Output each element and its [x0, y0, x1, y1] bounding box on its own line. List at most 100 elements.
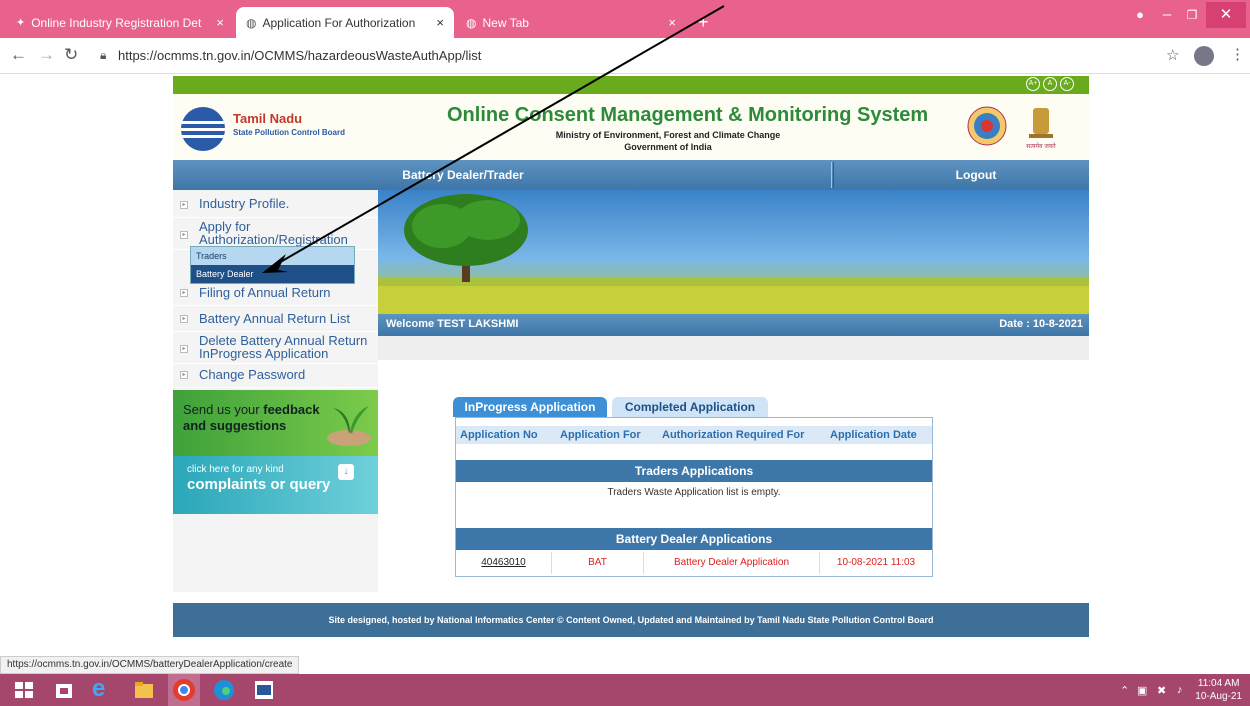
column-header: Application No — [460, 429, 538, 441]
ie-icon[interactable]: e — [92, 677, 116, 702]
sidebar-item-label: Change Password — [199, 367, 306, 382]
windows-start-icon[interactable] — [12, 678, 36, 702]
sidebar-item-delete-battery-return[interactable]: ▸ Delete Battery Annual Return InProgres… — [173, 332, 378, 364]
address-bar: ← → ↻ 🔒︎ https://ocmms.tn.gov.in/OCMMS/h… — [0, 38, 1250, 74]
feedback-subtext: and suggestions — [183, 418, 287, 433]
bullet-icon: ▸ — [180, 315, 188, 323]
tab-label: New Tab — [482, 15, 529, 30]
feedback-text: Send us your — [183, 402, 260, 417]
bullet-icon: ▸ — [180, 231, 188, 239]
battery-section-heading: Battery Dealer Applications — [456, 528, 932, 550]
application-date-cell: 10-08-2021 11:03 — [836, 557, 916, 568]
application-number-link[interactable]: 40463010 — [456, 552, 552, 574]
browser-tab-new-tab[interactable]: ◍ New Tab × — [456, 7, 686, 38]
government-text: Government of India — [624, 142, 712, 152]
url-field[interactable]: https://ocmms.tn.gov.in/OCMMS/hazardeous… — [118, 48, 481, 63]
table-row: 40463010 BAT Battery Dealer Application … — [456, 552, 932, 574]
back-icon[interactable]: ← — [10, 45, 27, 65]
tab-label: Online Industry Registration Det — [31, 15, 202, 30]
tab-label: Application For Authorization — [262, 15, 416, 30]
traders-section-heading: Traders Applications — [456, 460, 932, 482]
browser-tab-registration[interactable]: ✦ Online Industry Registration Det × — [6, 7, 234, 38]
forward-icon[interactable]: → — [38, 45, 55, 65]
tree-image — [378, 194, 1089, 314]
word-icon[interactable] — [252, 678, 276, 702]
hands-plant-icon — [327, 406, 371, 446]
bullet-icon: ▸ — [180, 345, 188, 353]
edge-icon[interactable] — [212, 678, 236, 702]
font-decrease-button[interactable]: A- — [1060, 77, 1074, 91]
column-header: Application For — [560, 429, 641, 441]
taskbar: e ⌃ ▣ ✖ ♪ 11:04 AM 10-Aug-21 — [0, 674, 1250, 706]
tray-arrow-icon[interactable]: ⌃ — [1120, 684, 1129, 697]
tree-banner-image — [378, 190, 1089, 314]
bullet-icon: ▸ — [180, 289, 188, 297]
sidebar-item-industry-profile[interactable]: ▸ Industry Profile. — [173, 196, 378, 218]
restore-icon[interactable]: ❐ — [1180, 2, 1204, 28]
org-title: Tamil Nadu — [233, 111, 303, 126]
current-date: Date : 10-8-2021 — [999, 318, 1083, 330]
top-menu-bar: Battery Dealer/Trader Logout — [173, 160, 1089, 190]
welcome-bar: Welcome TEST LAKSHMI Date : 10-8-2021 — [378, 314, 1089, 336]
complaint-heading: complaints or query — [187, 476, 331, 493]
font-increase-button[interactable]: A+ — [1026, 77, 1040, 91]
window-close-icon[interactable]: ✕ — [1206, 2, 1246, 28]
bullet-icon: ▸ — [180, 371, 188, 379]
application-for-cell: BAT — [552, 552, 644, 574]
applications-table: Application No Application For Authoriza… — [455, 417, 933, 577]
browser-tab-authorization[interactable]: ◍ Application For Authorization × — [236, 7, 454, 38]
sidebar-item-annual-return[interactable]: ▸ Filing of Annual Return — [173, 284, 378, 306]
font-normal-button[interactable]: A — [1043, 77, 1057, 91]
sidebar-item-label: Filing of Annual Return — [199, 285, 331, 300]
ministry-text: Ministry of Environment, Forest and Clim… — [555, 130, 781, 140]
star-icon[interactable]: ☆ — [1166, 46, 1179, 64]
tab-completed[interactable]: Completed Application — [612, 397, 768, 417]
menu-icon[interactable]: ⋮ — [1230, 45, 1245, 63]
arrow-down-icon: ↓ — [338, 464, 354, 480]
tab-close-icon[interactable]: × — [668, 15, 676, 30]
lock-icon[interactable]: 🔒︎ — [100, 48, 106, 63]
no-power-icon[interactable]: ✖ — [1157, 684, 1166, 697]
sidebar-item-battery-return-list[interactable]: ▸ Battery Annual Return List — [173, 310, 378, 332]
sidebar-item-label: Battery Annual Return List — [199, 311, 351, 326]
authorization-required-cell: Battery Dealer Application — [644, 552, 820, 574]
site-footer: Site designed, hosted by National Inform… — [173, 603, 1089, 637]
submenu-item-battery-dealer[interactable]: Battery Dealer — [191, 265, 354, 283]
store-icon[interactable] — [52, 678, 76, 702]
welcome-text: Welcome TEST LAKSHMI — [386, 318, 519, 330]
column-header: Application Date — [830, 429, 917, 441]
new-tab-button[interactable]: + — [688, 7, 718, 38]
reload-icon[interactable]: ↻ — [64, 45, 78, 65]
role-menu[interactable]: Battery Dealer/Trader — [383, 160, 543, 190]
tab-inprogress[interactable]: InProgress Application — [453, 397, 607, 417]
tab-close-icon[interactable]: × — [436, 15, 444, 30]
network-icon[interactable]: ▣ — [1137, 684, 1147, 697]
tab-close-icon[interactable]: × — [216, 15, 224, 30]
apply-submenu: Traders Battery Dealer — [190, 246, 355, 284]
sidebar-item-change-password[interactable]: ▸ Change Password — [173, 366, 378, 388]
sidebar: ▸ Industry Profile. ▸ Apply for Authoriz… — [173, 190, 378, 592]
browser-tab-bar: ✦ Online Industry Registration Det × ◍ A… — [0, 0, 1250, 38]
tab-favicon-icon: ◍ — [246, 15, 257, 30]
complaint-banner[interactable]: click here for any kind complaints or qu… — [173, 456, 378, 514]
feedback-banner[interactable]: Send us your feedback and suggestions — [173, 390, 378, 456]
tab-favicon-icon: ✦ — [16, 17, 26, 29]
avatar[interactable] — [1194, 46, 1214, 66]
file-explorer-icon[interactable] — [132, 678, 156, 702]
table-header: Application No Application For Authoriza… — [456, 426, 932, 444]
status-url: https://ocmms.tn.gov.in/OCMMS/batteryDea… — [0, 656, 300, 674]
feedback-bold-text: feedback — [263, 402, 320, 417]
logout-link[interactable]: Logout — [863, 160, 1089, 190]
chrome-icon[interactable] — [168, 674, 200, 706]
accessibility-strip: A+ A A- — [173, 76, 1089, 94]
national-emblem-icon: सत्यमेव जयते — [1026, 108, 1056, 150]
profile-icon[interactable]: ● — [1130, 2, 1150, 28]
sidebar-item-label: Industry Profile. — [199, 196, 290, 211]
taskbar-clock[interactable]: 11:04 AM 10-Aug-21 — [1195, 677, 1242, 703]
clock-time: 11:04 AM — [1197, 678, 1240, 689]
minimize-icon[interactable]: – — [1155, 2, 1179, 28]
volume-icon[interactable]: ♪ — [1177, 684, 1183, 696]
submenu-item-traders[interactable]: Traders — [191, 247, 354, 265]
traders-empty-message: Traders Waste Application list is empty. — [607, 487, 781, 498]
info-strip — [378, 336, 1089, 360]
